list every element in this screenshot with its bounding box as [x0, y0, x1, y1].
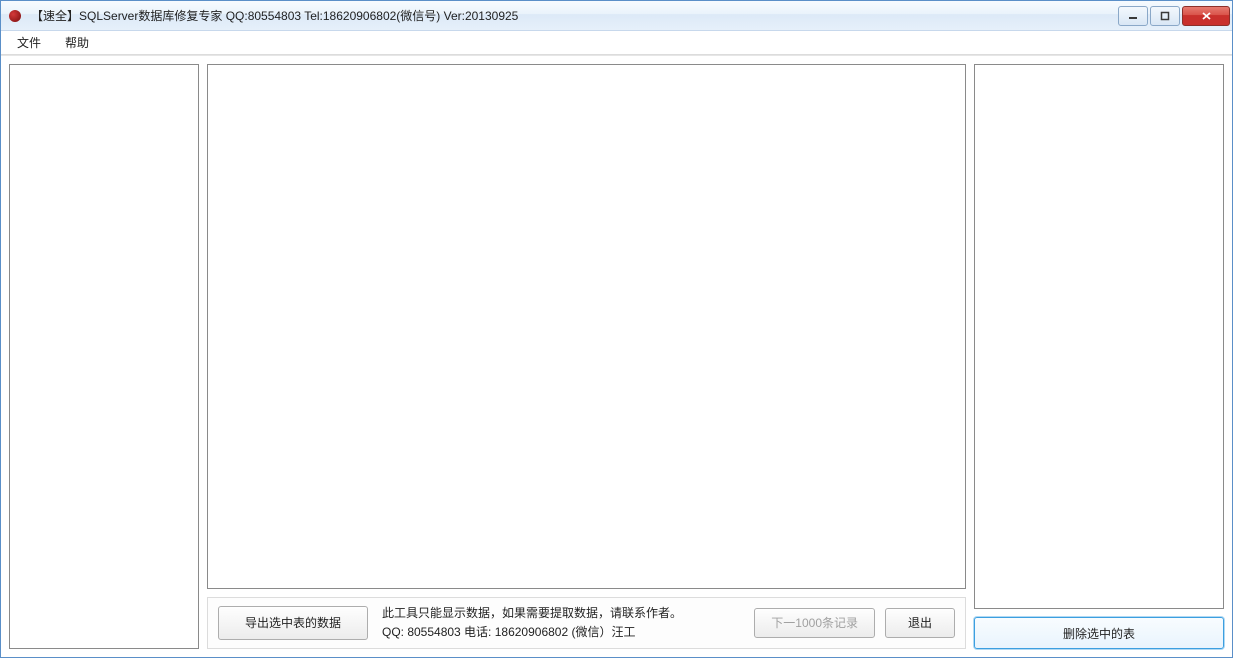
minimize-icon	[1128, 11, 1138, 21]
app-icon	[9, 10, 21, 22]
export-selected-data-button[interactable]: 导出选中表的数据	[218, 606, 368, 640]
right-list-panel[interactable]	[974, 64, 1224, 609]
bottom-right-buttons: 下一1000条记录 退出	[754, 608, 955, 638]
center-column: 导出选中表的数据 此工具只能显示数据，如果需要提取数据，请联系作者。 QQ: 8…	[207, 64, 966, 649]
next-1000-records-button[interactable]: 下一1000条记录	[754, 608, 875, 638]
close-button[interactable]	[1182, 6, 1230, 26]
info-line-1: 此工具只能显示数据，如果需要提取数据，请联系作者。	[382, 604, 740, 623]
title-bar[interactable]: 【速全】SQLServer数据库修复专家 QQ:80554803 Tel:186…	[1, 1, 1232, 31]
window-controls	[1118, 6, 1230, 26]
minimize-button[interactable]	[1118, 6, 1148, 26]
menu-bar: 文件 帮助	[1, 31, 1232, 55]
maximize-button[interactable]	[1150, 6, 1180, 26]
info-text: 此工具只能显示数据，如果需要提取数据，请联系作者。 QQ: 80554803 电…	[382, 604, 740, 642]
right-column: 删除选中的表	[974, 64, 1224, 649]
maximize-icon	[1160, 11, 1170, 21]
info-line-2: QQ: 80554803 电话: 18620906802 (微信）汪工	[382, 623, 740, 642]
delete-selected-table-button[interactable]: 删除选中的表	[974, 617, 1224, 649]
client-area: 导出选中表的数据 此工具只能显示数据，如果需要提取数据，请联系作者。 QQ: 8…	[1, 55, 1232, 657]
window-title: 【速全】SQLServer数据库修复专家 QQ:80554803 Tel:186…	[31, 7, 1118, 24]
menu-file[interactable]: 文件	[7, 31, 51, 54]
left-table-list-panel[interactable]	[9, 64, 199, 649]
bottom-toolbar: 导出选中表的数据 此工具只能显示数据，如果需要提取数据，请联系作者。 QQ: 8…	[207, 597, 966, 649]
left-table-list[interactable]	[10, 65, 198, 648]
close-icon	[1201, 11, 1212, 21]
app-window: 【速全】SQLServer数据库修复专家 QQ:80554803 Tel:186…	[0, 0, 1233, 658]
data-grid-panel[interactable]	[207, 64, 966, 589]
exit-button[interactable]: 退出	[885, 608, 955, 638]
menu-help[interactable]: 帮助	[55, 31, 99, 54]
